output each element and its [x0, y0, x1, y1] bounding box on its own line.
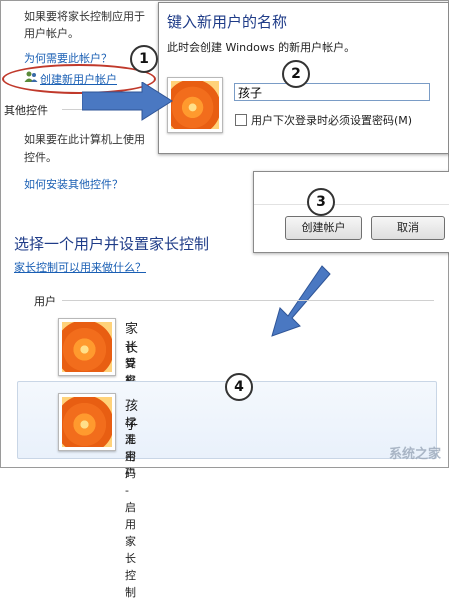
step-marker-3: 3 [307, 188, 335, 216]
user-name-input[interactable] [234, 83, 430, 101]
user-avatar-picture [58, 393, 116, 451]
step-marker-1: 1 [130, 45, 158, 73]
other-text-line2: 控件。 [24, 151, 57, 164]
parental-controls-help-link[interactable]: 家长控制可以用来做什么？ [14, 259, 146, 275]
user-avatar-picture [167, 77, 223, 133]
other-controls-heading: 其他控件 [4, 104, 48, 117]
watermark-logo: 系统之家 [388, 447, 441, 462]
must-set-password-checkbox[interactable] [235, 114, 247, 126]
create-account-button[interactable]: 创建帐户 [285, 216, 362, 240]
users-label: 用户 [34, 295, 56, 308]
section-title: 选择一个用户并设置家长控制 [14, 235, 210, 253]
must-set-password-label: 用户下次登录时必须设置密码(M) [251, 114, 413, 127]
users-icon [24, 71, 38, 83]
button-panel: 创建帐户 取消 [253, 171, 449, 253]
other-text-line1: 如果要在此计算机上使用 [24, 133, 145, 146]
user-password-status: 无密码 [125, 433, 136, 480]
down-left-arrow-icon [271, 265, 331, 337]
user-avatar-picture [58, 318, 116, 376]
users-divider [62, 300, 434, 301]
right-arrow-icon [82, 82, 173, 121]
install-controls-link[interactable]: 如何安装其他控件？ [24, 176, 123, 192]
step-marker-4: 4 [225, 373, 253, 401]
intro-text-line1: 如果要将家长控制应用于 [24, 10, 145, 23]
dialog-subtitle: 此时会创建 Windows 的新用户帐户。 [167, 41, 356, 54]
intro-text-line2: 用户帐户。 [24, 27, 79, 40]
panel-divider [254, 204, 449, 205]
cancel-button[interactable]: 取消 [371, 216, 445, 240]
step-marker-2: 2 [282, 60, 310, 88]
dialog-title: 键入新用户的名称 [167, 13, 288, 31]
